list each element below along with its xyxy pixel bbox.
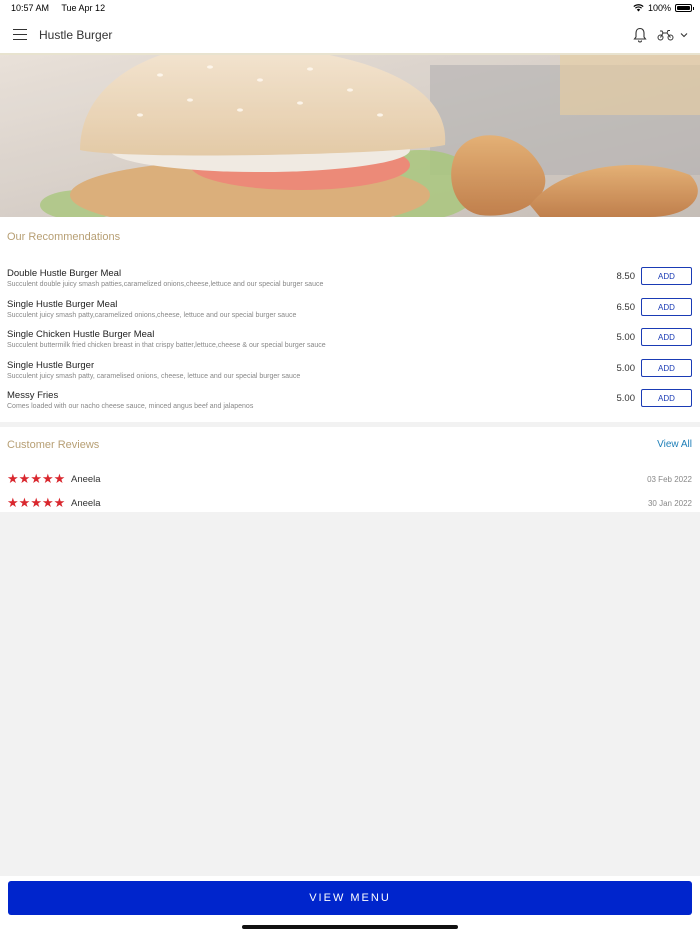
reviewer-name: Aneela xyxy=(71,498,101,509)
status-right: 100% xyxy=(633,3,694,13)
review-row: ★ ★ ★ ★ ★ Aneela 30 Jan 2022 xyxy=(0,496,700,512)
chevron-down-icon xyxy=(680,32,688,37)
star-icon: ★ xyxy=(53,495,66,510)
add-button[interactable]: ADD xyxy=(641,389,692,407)
view-all-link[interactable]: View All xyxy=(657,439,692,450)
item-name: Single Hustle Burger xyxy=(7,360,95,371)
reviews-title: Customer Reviews xyxy=(7,439,100,451)
review-date: 03 Feb 2022 xyxy=(647,475,692,484)
item-name: Messy Fries xyxy=(7,390,59,401)
star-icon: ★ xyxy=(53,471,66,486)
item-name: Single Chicken Hustle Burger Meal xyxy=(7,329,155,340)
item-description: Comes loaded with our nacho cheese sauce… xyxy=(7,403,254,410)
battery-icon xyxy=(675,4,694,12)
home-indicator[interactable] xyxy=(242,925,458,929)
status-date: Tue Apr 12 xyxy=(61,3,106,13)
status-bar: 10:57 AM Tue Apr 12 100% xyxy=(0,0,700,16)
star-rating: ★ ★ ★ ★ ★ xyxy=(7,471,66,486)
item-price: 5.00 xyxy=(616,393,636,404)
app-title: Hustle Burger xyxy=(39,27,113,42)
item-description: Succulent juicy smash patty, caramelised… xyxy=(7,373,301,380)
add-button[interactable]: ADD xyxy=(641,267,692,285)
menu-item: Messy Fries Comes loaded with our nacho … xyxy=(0,388,700,418)
review-date: 30 Jan 2022 xyxy=(647,499,692,508)
item-name: Double Hustle Burger Meal xyxy=(7,268,122,279)
menu-item: Double Hustle Burger Meal Succulent doub… xyxy=(0,266,700,296)
wifi-icon xyxy=(633,4,644,12)
review-row: ★ ★ ★ ★ ★ Aneela 03 Feb 2022 xyxy=(0,472,700,488)
delivery-scooter-icon xyxy=(657,29,674,40)
item-price: 8.50 xyxy=(616,271,636,282)
item-description: Succulent double juicy smash patties,car… xyxy=(7,281,324,288)
star-icon: ★ xyxy=(30,495,42,510)
hero-image xyxy=(0,55,700,217)
item-price: 6.50 xyxy=(616,302,636,313)
menu-item: Single Hustle Burger Meal Succulent juic… xyxy=(0,297,700,327)
item-description: Succulent juicy smash patty,caramelized … xyxy=(7,312,297,319)
reviewer-name: Aneela xyxy=(71,474,101,485)
add-button[interactable]: ADD xyxy=(641,359,692,377)
star-icon: ★ xyxy=(18,495,31,510)
star-icon: ★ xyxy=(7,495,19,510)
star-rating: ★ ★ ★ ★ ★ xyxy=(7,495,66,510)
recommendations-section: Our Recommendations Double Hustle Burger… xyxy=(0,217,700,422)
bell-icon[interactable] xyxy=(633,27,647,43)
menu-icon[interactable] xyxy=(13,29,27,40)
item-name: Single Hustle Burger Meal xyxy=(7,299,118,310)
add-button[interactable]: ADD xyxy=(641,328,692,346)
item-price: 5.00 xyxy=(616,363,636,374)
menu-item: Single Chicken Hustle Burger Meal Succul… xyxy=(0,327,700,357)
add-button[interactable]: ADD xyxy=(641,298,692,316)
item-price: 5.00 xyxy=(616,332,636,343)
reviews-section: Customer Reviews View All ★ ★ ★ ★ ★ Anee… xyxy=(0,427,700,512)
star-icon: ★ xyxy=(41,471,54,486)
item-description: Succulent buttermilk fried chicken breas… xyxy=(7,342,326,349)
star-icon: ★ xyxy=(18,471,31,486)
delivery-mode-selector[interactable] xyxy=(657,29,689,41)
app-header: Hustle Burger xyxy=(0,16,700,55)
recommendations-title: Our Recommendations xyxy=(7,231,121,243)
status-left: 10:57 AM Tue Apr 12 xyxy=(11,3,115,13)
menu-item: Single Hustle Burger Succulent juicy sma… xyxy=(0,358,700,388)
view-menu-button[interactable]: VIEW MENU xyxy=(8,881,692,915)
battery-percent: 100% xyxy=(647,3,671,13)
header-actions xyxy=(633,27,689,43)
star-icon: ★ xyxy=(41,495,54,510)
status-time: 10:57 AM xyxy=(11,3,50,13)
star-icon: ★ xyxy=(7,471,19,486)
star-icon: ★ xyxy=(30,471,42,486)
